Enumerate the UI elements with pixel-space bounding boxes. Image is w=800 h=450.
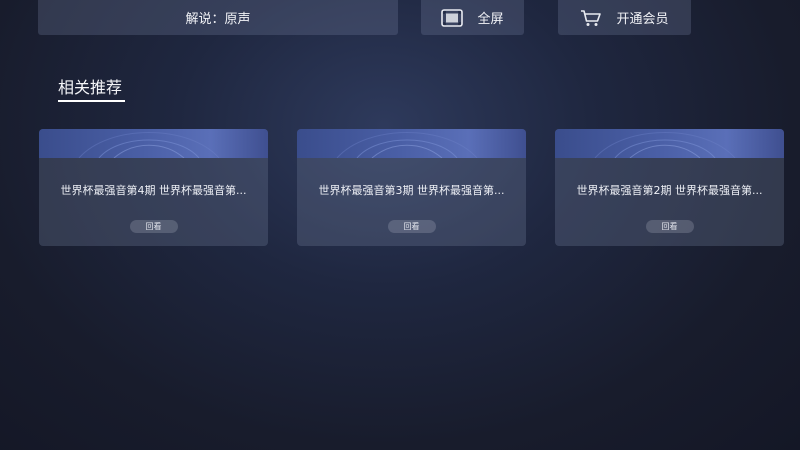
section-title: 相关推荐 — [58, 78, 123, 97]
fullscreen-icon — [441, 8, 464, 27]
video-card[interactable]: 世界杯最强音第3期 世界杯最强音第... 回看 — [297, 129, 526, 246]
video-card[interactable]: 世界杯最强音第4期 世界杯最强音第... 回看 — [39, 129, 268, 246]
shopping-cart-icon — [580, 9, 602, 27]
commentary-label: 解说：原声 — [185, 12, 251, 27]
video-card-title: 世界杯最强音第2期 世界杯最强音第... — [576, 184, 763, 197]
vip-button[interactable]: 开通会员 — [558, 0, 691, 35]
video-card-title: 世界杯最强音第4期 世界杯最强音第... — [60, 184, 247, 197]
fullscreen-label: 全屏 — [477, 12, 504, 27]
section-title-underline — [58, 100, 125, 102]
commentary-button[interactable]: 解说：原声 — [38, 0, 398, 35]
video-card[interactable]: 世界杯最强音第2期 世界杯最强音第... 回看 — [555, 129, 784, 246]
video-card-title: 世界杯最强音第3期 世界杯最强音第... — [318, 184, 505, 197]
replay-tag: 回看 — [387, 220, 436, 233]
fullscreen-button[interactable]: 全屏 — [421, 0, 524, 35]
video-thumbnail — [297, 129, 526, 158]
video-thumbnail — [555, 129, 784, 158]
video-thumbnail — [39, 129, 268, 158]
replay-tag: 回看 — [129, 220, 178, 233]
vip-label: 开通会员 — [616, 12, 669, 27]
replay-tag: 回看 — [645, 220, 694, 233]
